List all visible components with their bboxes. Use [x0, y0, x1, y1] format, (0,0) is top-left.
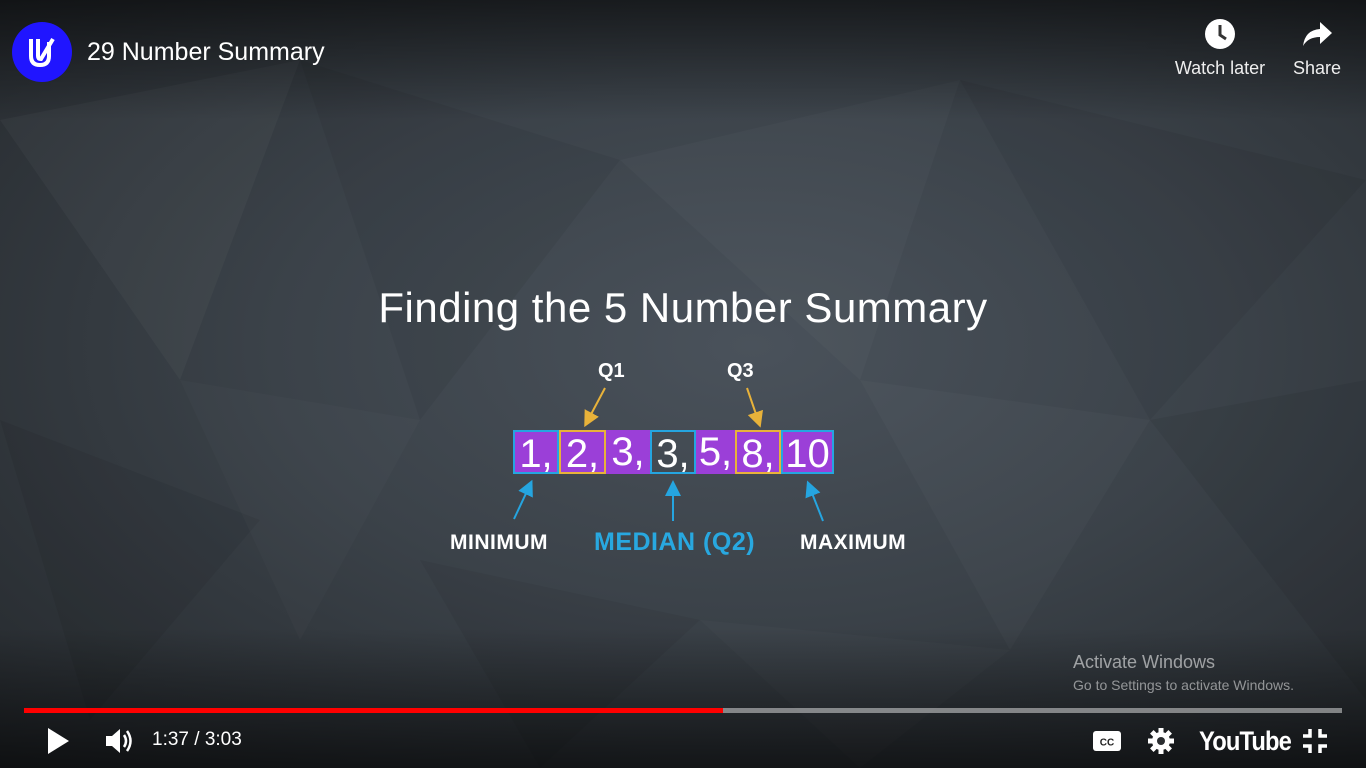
captions-icon: CC	[1093, 731, 1121, 751]
settings-button[interactable]	[1144, 724, 1178, 758]
number-box: 1,	[513, 430, 559, 476]
play-button[interactable]	[40, 724, 76, 758]
number-box: 3,	[606, 430, 650, 474]
progress-bar[interactable]	[24, 708, 1342, 713]
median-label: MEDIAN (Q2)	[594, 528, 756, 556]
number-box: 3,	[650, 430, 696, 476]
video-player[interactable]: 29 Number Summary Watch later Share Find…	[0, 0, 1366, 768]
volume-button[interactable]	[100, 724, 138, 758]
svg-text:CC: CC	[1100, 738, 1114, 749]
exit-fullscreen-button[interactable]	[1298, 724, 1332, 758]
activate-windows-subtitle: Go to Settings to activate Windows.	[1073, 677, 1294, 693]
maximum-label: MAXIMUM	[800, 531, 907, 554]
number-box: 2,	[559, 430, 606, 476]
volume-icon	[106, 729, 132, 753]
activate-windows-title: Activate Windows	[1073, 652, 1216, 672]
youtube-logo[interactable]: YouTube	[1199, 726, 1292, 757]
number-box: 5,	[696, 430, 735, 474]
minimum-arrow	[513, 479, 533, 520]
number-box: 10	[781, 430, 834, 476]
number-box: 8,	[735, 430, 781, 476]
maximum-arrow	[805, 480, 824, 522]
captions-button[interactable]: CC	[1090, 726, 1124, 756]
progress-played	[24, 708, 723, 713]
minimum-label: MINIMUM	[450, 531, 548, 554]
exit-fullscreen-icon	[1303, 729, 1327, 753]
q3-arrow	[746, 387, 763, 428]
q1-arrow	[584, 387, 606, 428]
time-display: 1:37 / 3:03	[152, 729, 242, 750]
gear-icon	[1148, 728, 1174, 754]
play-icon	[48, 728, 69, 754]
